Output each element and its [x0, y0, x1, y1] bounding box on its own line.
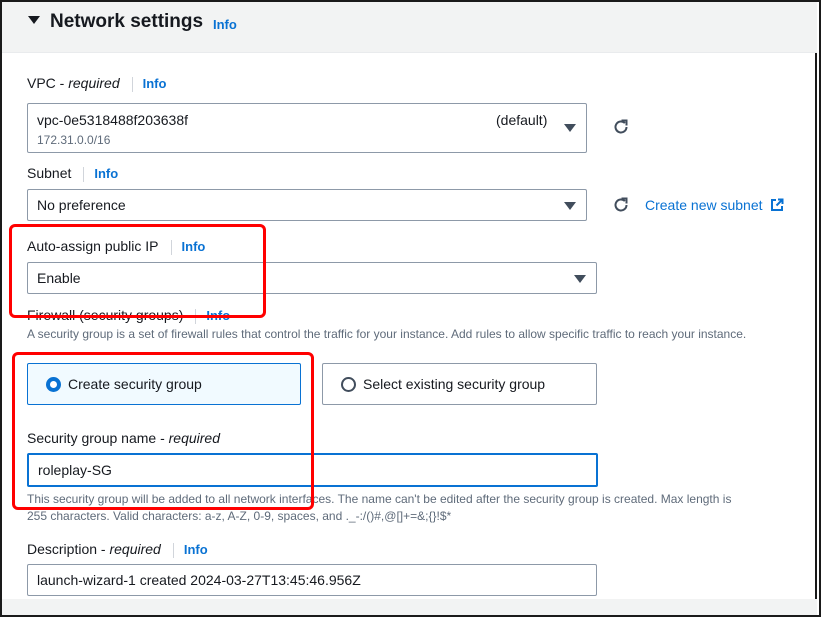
section-footer	[2, 599, 817, 615]
description-input[interactable]: launch-wizard-1 created 2024-03-27T13:45…	[27, 564, 597, 596]
vpc-default-tag: (default)	[496, 112, 548, 128]
sg-name-help-line2: 255 characters. Valid characters: a-z, A…	[27, 509, 452, 523]
firewall-description: A security group is a set of firewall ru…	[27, 327, 747, 341]
subnet-value: No preference	[37, 197, 126, 213]
caret-down-icon[interactable]	[28, 16, 40, 24]
refresh-icon[interactable]	[612, 196, 630, 214]
vpc-value: vpc-0e5318488f203638f	[37, 112, 189, 128]
description-label: Description - required Info	[27, 541, 208, 558]
highlight-box-auto-assign	[9, 224, 266, 318]
subnet-select[interactable]: No preference	[27, 189, 587, 221]
vpc-cidr: 172.31.0.0/16	[37, 133, 111, 147]
select-existing-security-group-label: Select existing security group	[363, 376, 546, 392]
chevron-down-icon	[574, 275, 586, 283]
vpc-select[interactable]: vpc-0e5318488f203638f (default) 172.31.0…	[27, 103, 587, 153]
vpc-info-link[interactable]: Info	[143, 76, 167, 91]
description-info-link[interactable]: Info	[184, 542, 208, 557]
subnet-label: Subnet Info	[27, 165, 119, 182]
radio-unselected-icon[interactable]	[341, 377, 356, 392]
section-header[interactable]: Network settings Info	[2, 2, 817, 53]
select-existing-security-group-option[interactable]: Select existing security group	[322, 363, 597, 405]
section-info-link[interactable]: Info	[213, 17, 237, 32]
subnet-info-link[interactable]: Info	[94, 166, 118, 181]
highlight-box-security-group	[12, 352, 314, 510]
chevron-down-icon	[564, 124, 576, 132]
vpc-label: VPC - required Info	[27, 75, 167, 92]
external-link-icon	[771, 198, 784, 211]
create-subnet-link[interactable]: Create new subnet	[645, 197, 784, 213]
chevron-down-icon	[564, 202, 576, 210]
section-title: Network settings	[50, 11, 204, 32]
panel-edge	[815, 0, 817, 617]
refresh-icon[interactable]	[612, 118, 630, 136]
